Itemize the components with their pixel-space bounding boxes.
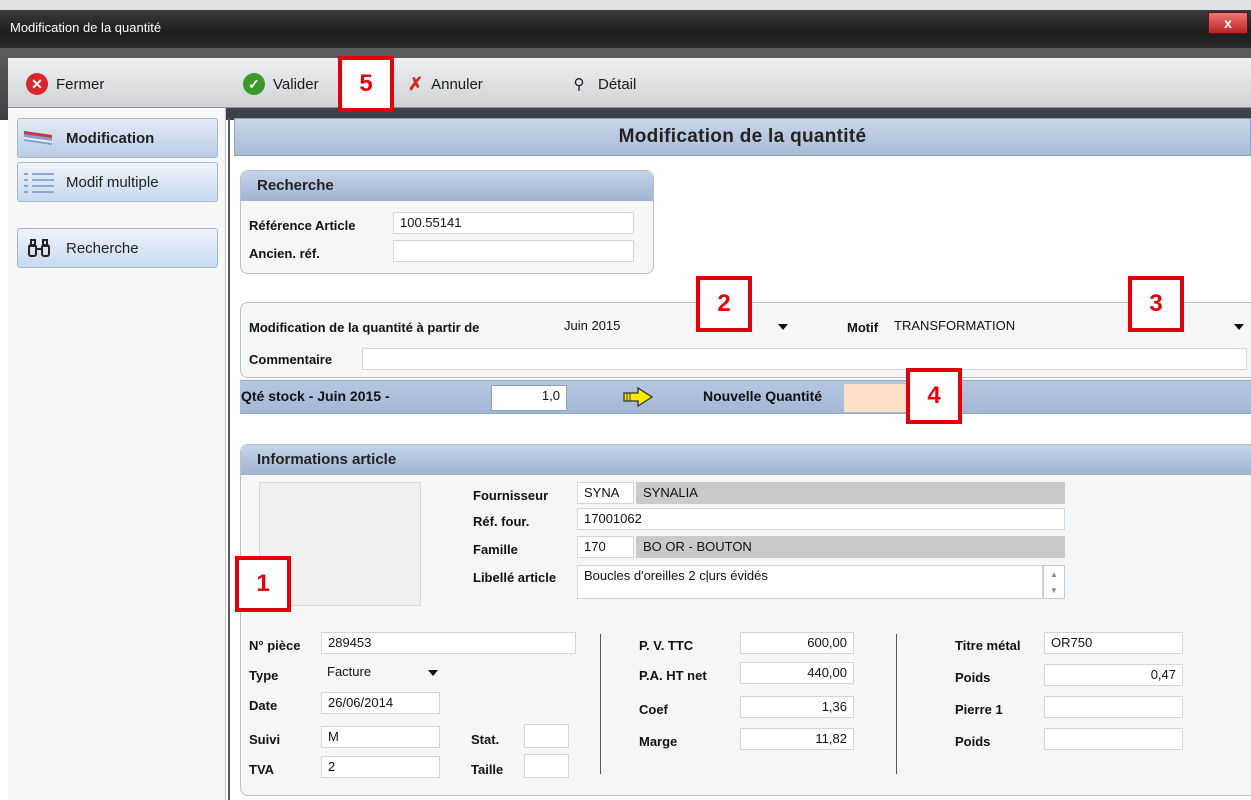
poids-input[interactable]: 0,47 [1044, 664, 1183, 686]
libelle-scrollbar[interactable]: ▲ ▼ [1043, 565, 1065, 599]
fournisseur-label: Fournisseur [473, 488, 549, 503]
tva-input[interactable]: 2 [321, 756, 440, 778]
magnifier-icon: ⚲ [573, 76, 585, 93]
ancien-ref-input[interactable] [393, 240, 634, 262]
from-dropdown-arrow-icon[interactable] [778, 324, 788, 330]
sidebar-item-label: Modification [66, 129, 155, 147]
taille-input[interactable] [524, 754, 569, 778]
marge-label: Marge [639, 734, 678, 749]
sidebar-item-label: Recherche [66, 239, 139, 257]
fermer-label: Fermer [56, 75, 105, 93]
poids2-label: Poids [955, 734, 991, 749]
column-divider [896, 634, 897, 774]
ref-four-input[interactable]: 17001062 [577, 508, 1065, 530]
suivi-label: Suivi [249, 732, 281, 747]
motif-dropdown-arrow-icon[interactable] [1234, 324, 1244, 330]
modification-from-label: Modification de la quantité à partir de [249, 320, 480, 335]
sidebar-item-modification[interactable]: Modification [17, 118, 218, 158]
ref-four-label: Réf. four. [473, 514, 530, 529]
poids-label: Poids [955, 670, 991, 685]
titre-input[interactable]: OR750 [1044, 632, 1183, 654]
nouvelle-qte-input[interactable] [844, 384, 910, 412]
close-circle-icon: ✕ [26, 73, 48, 95]
window-title: Modification de la quantité [10, 20, 162, 35]
valider-label: Valider [273, 75, 319, 93]
pv-input[interactable]: 600,00 [740, 632, 854, 654]
binoculars-icon [22, 236, 56, 260]
ancien-ref-label: Ancien. réf. [249, 246, 320, 261]
ref-article-input[interactable]: 100.55141 [393, 212, 634, 234]
coef-label: Coef [639, 702, 668, 717]
ref-article-label: Référence Article [249, 218, 356, 233]
pierre-input[interactable] [1044, 696, 1183, 718]
fermer-button[interactable]: ✕ Fermer [26, 72, 104, 96]
page-title: Modification de la quantité [234, 118, 1251, 156]
fournisseur-name: SYNALIA [636, 482, 1065, 504]
info-article-title: Informations article [241, 445, 1251, 475]
libelle-textarea[interactable]: Boucles d'oreilles 2 cļurs évidés [577, 565, 1043, 599]
suivi-input[interactable]: M [321, 726, 440, 748]
panel-divider [228, 118, 230, 800]
pierre-label: Pierre 1 [955, 702, 1003, 717]
date-input[interactable]: 26/06/2014 [321, 692, 440, 714]
cancel-x-icon: ✗ [408, 73, 424, 94]
scroll-down-icon[interactable]: ▼ [1050, 586, 1058, 595]
libelle-label: Libellé article [473, 570, 557, 585]
qte-stock-value: 1,0 [491, 385, 567, 411]
recherche-group-title: Recherche [241, 171, 653, 201]
sidebar-item-recherche[interactable]: Recherche [17, 228, 218, 268]
flag-icon [22, 126, 56, 150]
annotation-3: 3 [1128, 276, 1184, 332]
sidebar-item-label: Modif multiple [66, 173, 159, 191]
type-dropdown-arrow-icon[interactable] [428, 670, 438, 676]
nouvelle-qte-label: Nouvelle Quantité [703, 388, 823, 404]
annotation-4: 4 [906, 368, 962, 424]
arrow-right-icon [622, 386, 654, 410]
poids2-input[interactable] [1044, 728, 1183, 750]
famille-label: Famille [473, 542, 518, 557]
side-panel [8, 108, 226, 800]
piece-label: N° pièce [249, 638, 301, 653]
motif-label: Motif [847, 320, 879, 335]
window-close-button[interactable]: x [1208, 12, 1248, 34]
pa-label: P.A. HT net [639, 668, 707, 683]
list-icon [22, 170, 56, 194]
pa-input[interactable]: 440,00 [740, 662, 854, 684]
piece-input[interactable]: 289453 [321, 632, 576, 654]
date-label: Date [249, 698, 278, 713]
tva-label: TVA [249, 762, 275, 777]
commentaire-label: Commentaire [249, 352, 333, 367]
check-circle-icon: ✓ [243, 73, 265, 95]
coef-input[interactable]: 1,36 [740, 696, 854, 718]
pv-label: P. V. TTC [639, 638, 694, 653]
annotation-1: 1 [235, 556, 291, 612]
marge-input[interactable]: 11,82 [740, 728, 854, 750]
scroll-up-icon[interactable]: ▲ [1050, 570, 1058, 579]
annuler-button[interactable]: ✗ Annuler [408, 72, 483, 96]
stat-input[interactable] [524, 724, 569, 748]
famille-name: BO OR - BOUTON [636, 536, 1065, 558]
famille-code[interactable]: 170 [577, 536, 634, 558]
valider-button[interactable]: ✓ Valider [243, 72, 319, 96]
taille-label: Taille [471, 762, 504, 777]
column-divider [600, 634, 601, 774]
sidebar-item-modif-multiple[interactable]: Modif multiple [17, 162, 218, 202]
type-select[interactable]: Facture [321, 662, 416, 684]
stat-label: Stat. [471, 732, 500, 747]
annotation-5: 5 [338, 56, 394, 112]
detail-button[interactable]: ⚲ Détail [568, 72, 637, 96]
detail-label: Détail [598, 75, 637, 93]
annotation-2: 2 [696, 276, 752, 332]
type-label: Type [249, 668, 279, 683]
fournisseur-code[interactable]: SYNA [577, 482, 634, 504]
titre-label: Titre métal [955, 638, 1021, 653]
commentaire-input[interactable] [362, 348, 1247, 370]
qte-stock-label: Qté stock - Juin 2015 - [241, 388, 390, 404]
annuler-label: Annuler [431, 75, 483, 93]
window-titlebar [0, 0, 1251, 48]
